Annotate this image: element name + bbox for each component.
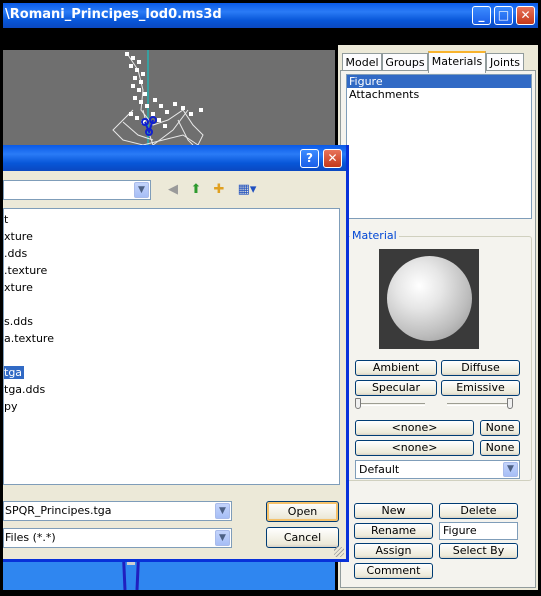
maximize-button[interactable]: □ — [494, 6, 513, 25]
material-list-item[interactable]: Figure — [347, 75, 531, 88]
file-item[interactable]: xture — [4, 279, 339, 296]
application-frame: \Romani_Principes_lod0.ms3d _ □ ✕ Model … — [0, 0, 541, 596]
file-item[interactable]: xture — [4, 228, 339, 245]
file-item[interactable]: t — [4, 211, 339, 228]
chevron-down-icon[interactable]: ▼ — [503, 462, 518, 477]
material-list[interactable]: Figure Attachments — [346, 74, 532, 219]
back-icon[interactable]: ◀ — [164, 182, 182, 198]
comment-button[interactable]: Comment — [354, 563, 433, 579]
tab-materials[interactable]: Materials — [428, 51, 486, 73]
file-item[interactable]: py — [4, 398, 339, 415]
file-item[interactable]: .texture — [4, 262, 339, 279]
new-folder-icon[interactable]: ✚ — [210, 182, 228, 198]
material-preview — [379, 249, 479, 349]
shininess-slider[interactable] — [355, 398, 425, 412]
rename-material-button[interactable]: Rename — [354, 523, 433, 539]
file-item[interactable]: .dds — [4, 245, 339, 262]
chevron-down-icon[interactable]: ▼ — [215, 530, 230, 546]
open-file-dialog: ? ✕ ▼ ◀ ⬆ ✚ ▦▾ t xture .dds .texture xtu… — [3, 145, 349, 562]
help-button[interactable]: ? — [300, 149, 319, 168]
panel-tabs: Model Groups Materials Joints — [340, 51, 536, 73]
select-by-material-button[interactable]: Select By — [439, 543, 518, 559]
material-sphere-icon — [387, 256, 472, 341]
file-item[interactable]: tga.dds — [4, 381, 339, 398]
clear-alpha-texture-button[interactable]: None — [480, 440, 520, 456]
material-group-label: Material — [350, 229, 399, 242]
materials-tab-body: Figure Attachments Material Ambient Diff… — [340, 70, 536, 588]
window-title: \Romani_Principes_lod0.ms3d — [5, 7, 222, 22]
material-list-item[interactable]: Attachments — [347, 88, 531, 101]
transparency-slider[interactable] — [447, 398, 513, 412]
ambient-button[interactable]: Ambient — [355, 360, 437, 376]
close-button[interactable]: ✕ — [516, 6, 535, 25]
material-groupbox: Material Ambient Diffuse Specular Emissi… — [346, 229, 532, 481]
slider-thumb[interactable] — [355, 398, 361, 409]
dialog-close-button[interactable]: ✕ — [323, 149, 342, 168]
file-list[interactable]: t xture .dds .texture xture s.dds a.text… — [3, 208, 340, 485]
chevron-down-icon[interactable]: ▼ — [134, 182, 149, 198]
file-name-value: SPQR_Principes.tga — [5, 504, 112, 517]
file-item[interactable]: s.dds — [4, 313, 339, 330]
file-type-select[interactable]: Files (*.*) ▼ — [3, 528, 232, 548]
open-button[interactable]: Open — [266, 501, 339, 522]
material-mode-value: Default — [359, 463, 400, 476]
file-item[interactable]: a.texture — [4, 330, 339, 347]
look-in-select[interactable]: ▼ — [3, 180, 151, 200]
material-name-input[interactable]: Figure — [439, 522, 518, 540]
texture-button[interactable]: <none> — [355, 420, 474, 436]
chevron-down-icon[interactable]: ▼ — [215, 503, 230, 519]
up-folder-icon[interactable]: ⬆ — [187, 182, 205, 198]
file-item-selected[interactable]: tga — [4, 364, 339, 381]
file-type-value: Files (*.*) — [5, 531, 56, 544]
clear-texture-button[interactable]: None — [480, 420, 520, 436]
cancel-button[interactable]: Cancel — [266, 527, 339, 548]
delete-material-button[interactable]: Delete — [439, 503, 518, 519]
file-name-field[interactable]: SPQR_Principes.tga ▼ — [3, 501, 232, 521]
properties-panel: Model Groups Materials Joints Figure Att… — [338, 45, 538, 590]
emissive-button[interactable]: Emissive — [441, 380, 520, 396]
window-titlebar[interactable]: \Romani_Principes_lod0.ms3d _ □ ✕ — [3, 3, 538, 28]
file-item[interactable] — [4, 296, 339, 313]
material-mode-select[interactable]: Default ▼ — [355, 460, 520, 479]
dialog-titlebar[interactable]: ? ✕ — [3, 145, 346, 171]
minimize-button[interactable]: _ — [472, 6, 491, 25]
new-material-button[interactable]: New — [354, 503, 433, 519]
alpha-texture-button[interactable]: <none> — [355, 440, 474, 456]
specular-button[interactable]: Specular — [355, 380, 437, 396]
diffuse-button[interactable]: Diffuse — [441, 360, 520, 376]
file-item[interactable] — [4, 347, 339, 364]
view-menu-icon[interactable]: ▦▾ — [235, 182, 259, 198]
slider-thumb[interactable] — [507, 398, 513, 409]
assign-material-button[interactable]: Assign — [354, 543, 433, 559]
resize-grip-icon[interactable] — [334, 547, 344, 557]
